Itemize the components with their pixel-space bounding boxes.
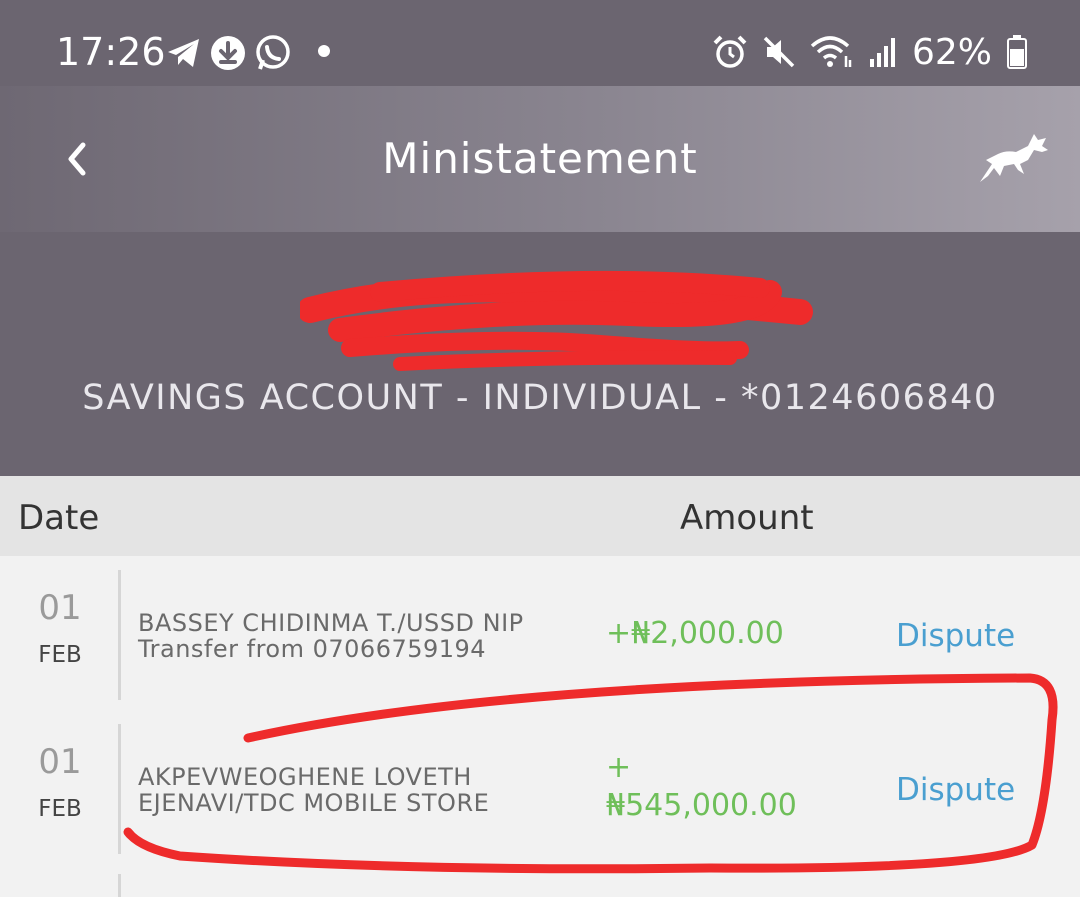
row-divider — [118, 874, 121, 897]
account-header: SAVINGS ACCOUNT - INDIVIDUAL - *01246068… — [0, 232, 1080, 476]
transaction-date: 01 FEB — [0, 714, 120, 866]
status-left-icons — [166, 34, 292, 72]
transaction-day: 01 — [38, 742, 82, 782]
telegram-icon — [168, 39, 199, 67]
transaction-month: FEB — [38, 642, 82, 668]
account-label: SAVINGS ACCOUNT - INDIVIDUAL - *01246068… — [82, 378, 998, 418]
transaction-description: AKPEVWEOGHENE LOVETH EJENAVI/TDC MOBILE … — [138, 764, 588, 816]
app-bar: Ministatement — [0, 86, 1080, 232]
mute-icon — [763, 36, 795, 68]
whatsapp-icon — [256, 35, 290, 70]
horse-icon — [980, 134, 1048, 182]
transaction-amount: ₦545,000.00 — [606, 788, 797, 823]
alarm-icon — [713, 35, 747, 68]
transaction-amount: +₦2,000.00 — [606, 616, 784, 651]
row-divider — [118, 570, 121, 700]
transaction-day: 01 — [38, 588, 82, 628]
battery-icon — [1007, 35, 1027, 69]
table-header: Date Amount — [0, 476, 1080, 556]
transaction-date: 01 FEB — [0, 560, 120, 712]
transaction-amount-sign: + — [606, 750, 632, 785]
redaction-scribble — [300, 270, 813, 371]
status-bar: 17:26 62% — [0, 0, 1080, 86]
wifi-icon — [810, 36, 852, 67]
download-icon — [211, 36, 245, 70]
column-header-amount: Amount — [680, 498, 814, 538]
transaction-row: 01 FEB BASSEY CHIDINMA T./USSD NIP Trans… — [0, 560, 1080, 712]
transaction-row: 01 FEB AKPEVWEOGHENE LOVETH EJENAVI/TDC … — [0, 714, 1080, 866]
battery-percent: 62% — [911, 31, 992, 73]
notification-dot — [318, 45, 330, 57]
transaction-description: BASSEY CHIDINMA T./USSD NIP Transfer fro… — [138, 610, 588, 662]
description-line: BASSEY CHIDINMA T./USSD NIP — [138, 609, 524, 637]
description-line: Transfer from 07066759194 — [138, 635, 487, 663]
transaction-month: FEB — [38, 796, 82, 822]
dispute-button[interactable]: Dispute — [896, 618, 1015, 654]
dispute-button[interactable]: Dispute — [896, 772, 1015, 808]
column-header-date: Date — [18, 498, 100, 538]
status-right-icons: 62% — [712, 30, 1028, 74]
description-line: AKPEVWEOGHENE LOVETH — [138, 763, 472, 791]
status-time: 17:26 — [56, 30, 166, 74]
row-divider — [118, 724, 121, 854]
page-title: Ministatement — [382, 134, 698, 183]
description-line: EJENAVI/TDC MOBILE STORE — [138, 789, 490, 817]
signal-icon — [869, 38, 895, 67]
